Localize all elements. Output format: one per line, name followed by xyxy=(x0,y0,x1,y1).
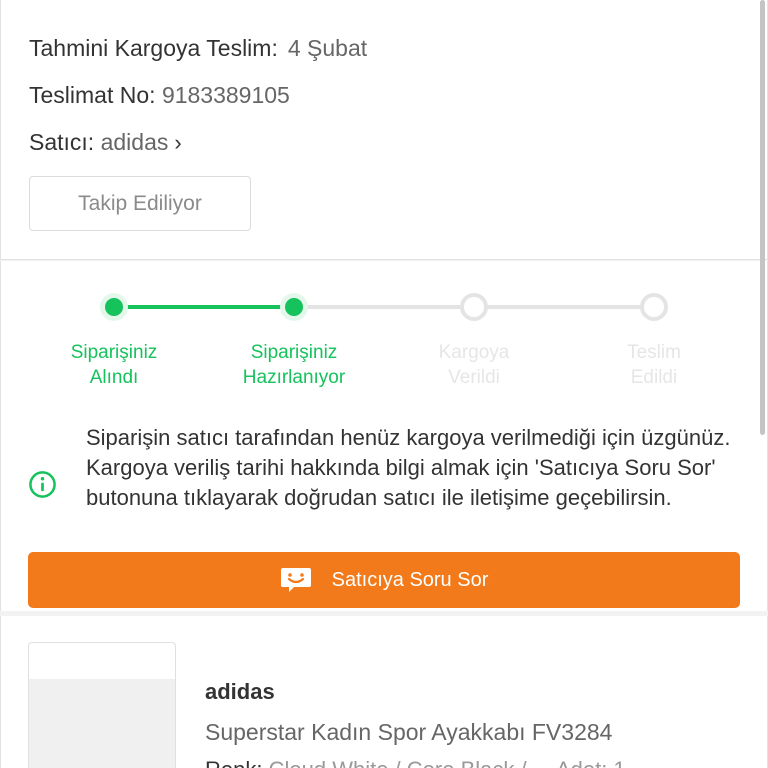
step-received-dot xyxy=(100,293,128,321)
seller-name[interactable]: adidas xyxy=(101,129,169,155)
seller-link[interactable]: Satıcı: adidas › xyxy=(29,128,182,157)
step-received-label: Siparişiniz Alındı xyxy=(34,340,194,390)
ask-seller-label[interactable]: Satıcıya Soru Sor xyxy=(332,569,489,592)
step-shipped-dot xyxy=(460,293,488,321)
product-image[interactable] xyxy=(28,642,176,768)
delivery-number-row: Teslimat No: 9183389105 xyxy=(29,81,290,109)
product-variant-label: Renk: xyxy=(205,757,262,768)
estimated-shipping-label: Tahmini Kargoya Teslim: xyxy=(29,35,278,61)
step-shipped-line2: Verildi xyxy=(448,367,500,388)
step-received-line2: Alındı xyxy=(89,367,139,388)
step-preparing-label: Siparişiniz Hazırlanıyor xyxy=(214,340,374,390)
shipping-delay-notice: Siparişin satıcı tarafından henüz kargoy… xyxy=(86,425,731,510)
product-variant-value: Cloud White / Core Black / ... Adet: 1 xyxy=(269,757,626,768)
chevron-right-icon[interactable]: › xyxy=(174,129,181,157)
step-delivered-label: Teslim Edildi xyxy=(574,340,734,390)
estimated-shipping-row: Tahmini Kargoya Teslim: 4 Şubat xyxy=(29,34,367,62)
ask-seller-button[interactable]: Satıcıya Soru Sor xyxy=(28,552,740,608)
step-delivered-dot xyxy=(640,293,668,321)
info-icon xyxy=(29,471,56,498)
step-received-line1: Siparişiniz xyxy=(70,342,158,363)
product-variant: Renk: Cloud White / Core Black / ... Ade… xyxy=(205,757,626,768)
step-preparing-line1: Siparişiniz xyxy=(250,342,338,363)
delivery-number-label: Teslimat No: xyxy=(29,82,156,108)
product-brand: adidas xyxy=(205,679,275,704)
step-shipped-line1: Kargoya xyxy=(438,342,510,363)
step-delivered-line1: Teslim xyxy=(627,342,681,363)
estimated-shipping-value: 4 Şubat xyxy=(287,35,368,61)
step-preparing-dot xyxy=(280,293,308,321)
delivery-number-value: 9183389105 xyxy=(161,82,290,108)
chat-smile-icon xyxy=(280,568,311,592)
product-image-placeholder xyxy=(29,679,175,768)
seller-label: Satıcı: xyxy=(29,129,95,155)
scrollbar[interactable] xyxy=(760,0,765,435)
step-preparing-line2: Hazırlanıyor xyxy=(242,367,346,388)
follow-seller-button[interactable]: Takip Ediliyor xyxy=(29,176,251,231)
order-detail-screen: Tahmini Kargoya Teslim: 4 Şubat Teslimat … xyxy=(0,0,768,768)
step-delivered-line2: Edildi xyxy=(630,367,678,388)
progress-track-completed xyxy=(114,305,294,309)
order-info-card: Tahmini Kargoya Teslim: 4 Şubat Teslimat … xyxy=(0,0,768,260)
step-shipped-label: Kargoya Verildi xyxy=(394,340,554,390)
product-name[interactable]: Superstar Kadın Spor Ayakkabı FV3284 xyxy=(205,719,612,746)
